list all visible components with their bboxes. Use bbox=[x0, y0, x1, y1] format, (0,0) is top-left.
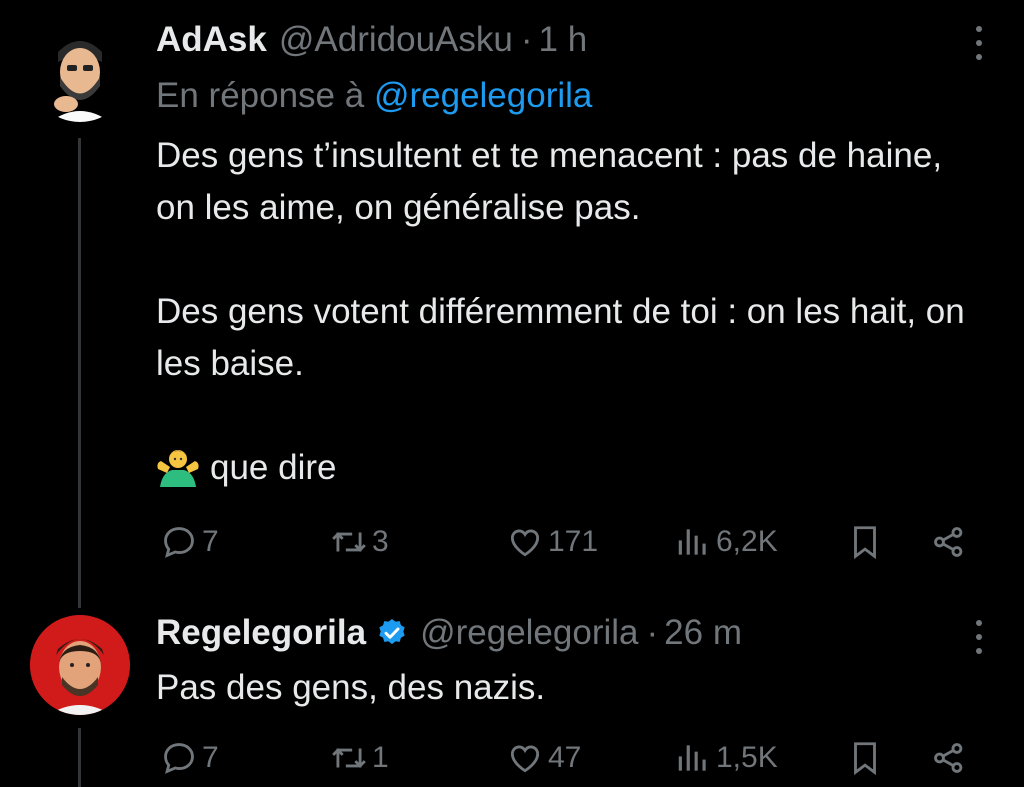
verified-icon[interactable] bbox=[376, 617, 408, 649]
reply-button[interactable]: 7 bbox=[160, 520, 219, 564]
retweet-icon bbox=[332, 532, 366, 552]
tweet-paragraph: Pas des gens, des nazis. bbox=[156, 668, 546, 707]
bookmark-icon bbox=[854, 742, 876, 776]
views-count: 6,2K bbox=[716, 525, 778, 558]
avatar-adask[interactable] bbox=[30, 22, 130, 122]
tweet-regelegorila[interactable]: Regelegorila @regelegorila · 26 m Pas de… bbox=[0, 610, 1024, 787]
more-icon[interactable] bbox=[974, 26, 984, 60]
display-name[interactable]: AdAsk bbox=[156, 20, 267, 60]
tweet-header: Regelegorila @regelegorila · 26 m bbox=[156, 612, 742, 653]
more-icon[interactable] bbox=[974, 620, 984, 654]
like-icon bbox=[510, 745, 540, 773]
share-icon bbox=[934, 743, 963, 773]
views-icon bbox=[678, 745, 706, 771]
reply-count: 7 bbox=[202, 741, 219, 774]
thread-line bbox=[78, 728, 81, 787]
retweet-count: 1 bbox=[372, 741, 389, 774]
reply-context: En réponse à @regelegorila bbox=[156, 76, 592, 116]
like-button[interactable]: 47 bbox=[506, 736, 581, 780]
tweet-paragraph: Des gens votent différemment de toi : on… bbox=[156, 292, 965, 383]
reply-count: 7 bbox=[202, 525, 219, 558]
reply-button[interactable]: 7 bbox=[160, 736, 219, 780]
like-count: 171 bbox=[548, 525, 599, 558]
tweet-paragraph: que dire bbox=[210, 448, 337, 487]
handle[interactable]: @AdridouAsku bbox=[279, 20, 513, 60]
tweet-text: Des gens t’insultent et te menacent : pa… bbox=[156, 130, 976, 494]
separator: · bbox=[646, 613, 659, 652]
tweet-paragraph: Des gens t’insultent et te menacent : pa… bbox=[156, 136, 943, 227]
bookmark-button[interactable] bbox=[846, 736, 884, 780]
reply-icon bbox=[164, 743, 194, 774]
retweet-button[interactable]: 3 bbox=[330, 520, 389, 564]
like-icon bbox=[510, 529, 540, 557]
like-button[interactable]: 171 bbox=[506, 520, 598, 564]
bookmark-icon bbox=[854, 526, 876, 560]
retweet-count: 3 bbox=[372, 525, 389, 558]
timestamp[interactable]: 26 m bbox=[664, 613, 742, 653]
separator: · bbox=[520, 20, 533, 59]
reply-mention-link[interactable]: @regelegorila bbox=[374, 76, 592, 115]
views-count: 1,5K bbox=[716, 741, 778, 774]
like-count: 47 bbox=[548, 741, 582, 774]
reply-prefix: En réponse à bbox=[156, 76, 365, 115]
reply-icon bbox=[164, 527, 194, 558]
retweet-button[interactable]: 1 bbox=[330, 736, 389, 780]
thread-line bbox=[78, 138, 81, 608]
handle[interactable]: @regelegorila bbox=[420, 613, 638, 653]
tweet-header: AdAsk @AdridouAsku · 1 h bbox=[156, 20, 587, 60]
share-button[interactable] bbox=[930, 736, 968, 780]
shrug-emoji bbox=[157, 450, 199, 487]
views-button[interactable]: 6,2K bbox=[674, 520, 778, 564]
share-button[interactable] bbox=[930, 520, 968, 564]
bookmark-button[interactable] bbox=[846, 520, 884, 564]
retweet-icon bbox=[332, 748, 366, 768]
share-icon bbox=[934, 527, 963, 557]
views-button[interactable]: 1,5K bbox=[674, 736, 778, 780]
views-icon bbox=[678, 529, 706, 555]
action-bar: 7 3 171 6,2K bbox=[156, 520, 986, 564]
tweet-adask[interactable]: AdAsk @AdridouAsku · 1 h En réponse à @r… bbox=[0, 0, 1024, 610]
action-bar: 7 1 47 1,5K bbox=[156, 736, 986, 780]
display-name[interactable]: Regelegorila bbox=[156, 613, 366, 653]
avatar-regelegorila[interactable] bbox=[30, 615, 130, 715]
tweet-text: Pas des gens, des nazis. bbox=[156, 662, 976, 714]
timestamp[interactable]: 1 h bbox=[539, 20, 588, 60]
